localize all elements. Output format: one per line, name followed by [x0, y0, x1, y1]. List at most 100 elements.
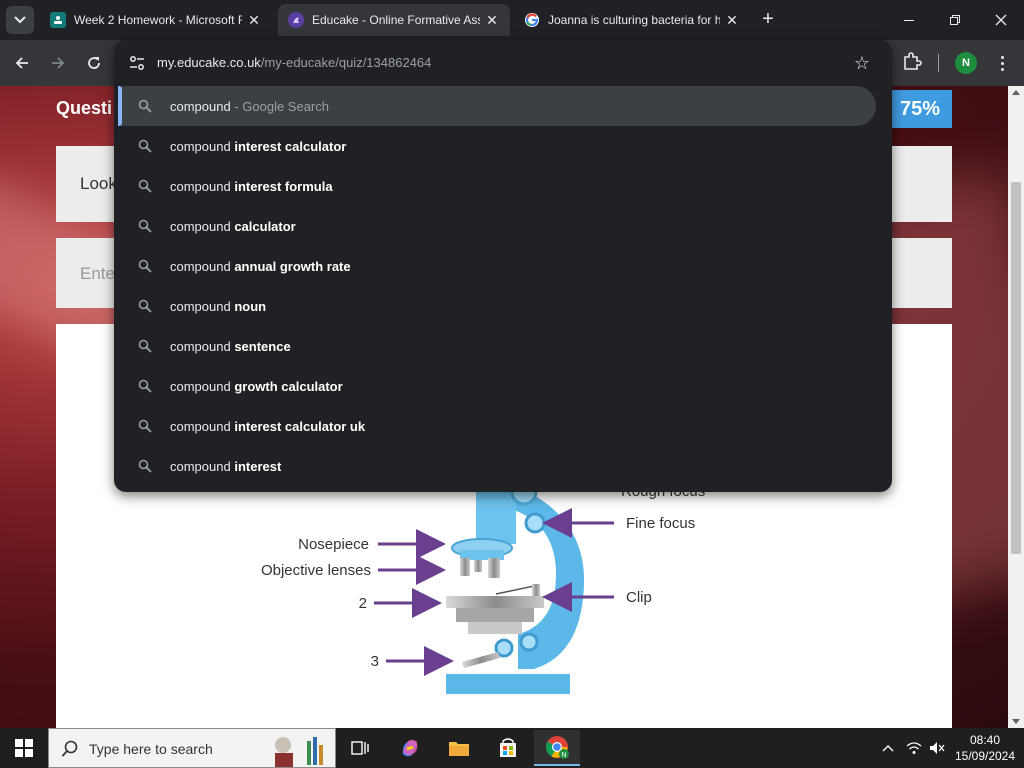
microsoft-store-icon[interactable] [492, 732, 524, 764]
profile-avatar[interactable]: N [955, 52, 977, 74]
tab-forms[interactable]: Week 2 Homework - Microsoft Forms ✕ [40, 4, 272, 36]
omnibox-suggestion[interactable]: compound calculator [114, 206, 892, 246]
omnibox-suggestion[interactable]: compound interest formula [114, 166, 892, 206]
url-path: /my-educake/quiz/134862464 [260, 55, 432, 70]
scroll-down-icon[interactable] [1012, 719, 1020, 724]
tab-educake[interactable]: Educake - Online Formative Assessment ✕ [278, 4, 510, 36]
label-2: 2 [359, 595, 367, 612]
question-heading: Questi [56, 98, 113, 118]
tab-search-button[interactable] [6, 6, 34, 34]
tab-google[interactable]: Joanna is culturing bacteria for her ✕ [514, 4, 750, 36]
toolbar-divider [938, 54, 939, 72]
omnibox-suggestion[interactable]: compound growth calculator [114, 366, 892, 406]
objective-lens [460, 558, 470, 576]
bookmark-star-icon[interactable]: ☆ [852, 53, 872, 73]
arrow-right-icon [52, 57, 65, 69]
reload-button[interactable] [80, 49, 108, 77]
search-icon [138, 179, 152, 193]
suggestion-text: compound interest calculator uk [170, 419, 365, 434]
network-icon[interactable] [902, 728, 926, 768]
suggestion-typed: compound [170, 259, 235, 274]
label-objective-lenses: Objective lenses [261, 562, 371, 579]
omnibox-suggestion[interactable]: compound - Google Search [118, 86, 876, 126]
label-clip: Clip [626, 589, 652, 606]
suggestion-hint: - Google Search [230, 99, 329, 114]
suggestion-text: compound noun [170, 299, 266, 314]
restore-button[interactable] [932, 0, 978, 40]
omnibox-suggestion[interactable]: compound interest [114, 446, 892, 486]
close-tab-icon[interactable]: ✕ [484, 12, 500, 29]
suggestion-completion: annual growth rate [234, 259, 351, 274]
question-text: Look [80, 174, 117, 193]
page-scrollbar[interactable] [1008, 86, 1024, 728]
system-clock[interactable]: 08:40 15/09/2024 [950, 732, 1020, 764]
minimize-button[interactable] [886, 0, 932, 40]
search-icon [138, 339, 152, 353]
url-text[interactable]: my.educake.co.uk/my-educake/quiz/1348624… [157, 55, 431, 70]
forward-button[interactable] [44, 49, 72, 77]
suggestion-typed: compound [170, 419, 235, 434]
suggestion-text: compound interest calculator [170, 139, 346, 154]
volume-muted-icon[interactable] [926, 728, 948, 768]
suggestion-typed: compound [170, 459, 235, 474]
omnibox-suggestion[interactable]: compound interest calculator [114, 126, 892, 166]
suggestion-typed: compound [170, 219, 235, 234]
suggestion-typed: compound [170, 99, 231, 114]
close-tab-icon[interactable]: ✕ [724, 12, 740, 29]
clock-date: 15/09/2024 [954, 749, 1016, 763]
suggestion-typed: compound [170, 139, 235, 154]
suggestion-typed: compound [170, 299, 235, 314]
omnibox-suggestion[interactable]: compound sentence [114, 326, 892, 366]
url-host: my.educake.co.uk [157, 55, 261, 70]
tab-strip: Week 2 Homework - Microsoft Forms ✕ Educ… [0, 0, 1024, 40]
omnibox-suggestion[interactable]: compound interest calculator uk [114, 406, 892, 446]
search-icon [138, 419, 152, 433]
browser-menu-icon[interactable] [992, 50, 1012, 76]
windows-logo-icon [15, 739, 33, 757]
search-icon [138, 99, 152, 113]
suggestion-completion: interest calculator [234, 139, 347, 154]
new-tab-button[interactable]: + [756, 8, 780, 32]
educake-icon [288, 12, 304, 28]
suggestion-text: compound calculator [170, 219, 296, 234]
close-window-button[interactable] [978, 0, 1024, 40]
tab-title: Educake - Online Formative Assessment [312, 13, 480, 27]
score-badge: 75% [888, 90, 952, 128]
suggestion-completion: interest calculator uk [234, 419, 366, 434]
suggestion-text: compound annual growth rate [170, 259, 351, 274]
search-icon [138, 259, 152, 273]
site-info-icon[interactable] [128, 54, 146, 72]
clock-time: 08:40 [969, 733, 1001, 747]
omnibox-suggestion[interactable]: compound annual growth rate [114, 246, 892, 286]
copilot-icon[interactable] [394, 732, 426, 764]
start-button[interactable] [0, 728, 48, 768]
label-fine-focus: Fine focus [626, 515, 695, 532]
suggestion-completion: growth calculator [234, 379, 343, 394]
chrome-taskbar-icon[interactable]: N [534, 730, 580, 766]
suggestion-typed: compound [170, 179, 235, 194]
search-highlight-illustration [275, 737, 323, 767]
extensions-icon[interactable] [900, 50, 924, 74]
suggestion-completion: noun [234, 299, 267, 314]
restore-icon [950, 15, 960, 25]
file-explorer-icon[interactable] [443, 732, 475, 764]
omnibox-suggestion[interactable]: compound noun [114, 286, 892, 326]
suggestion-text: compound interest formula [170, 179, 333, 194]
task-view-icon[interactable] [344, 732, 376, 764]
search-icon [138, 299, 152, 313]
scroll-up-icon[interactable] [1012, 90, 1020, 95]
suggestion-text: compound - Google Search [170, 99, 329, 114]
address-bar[interactable]: my.educake.co.uk/my-educake/quiz/1348624… [114, 40, 892, 86]
scroll-thumb[interactable] [1011, 182, 1021, 554]
search-icon [138, 459, 152, 473]
chevron-down-icon [14, 16, 26, 24]
taskbar-search[interactable]: Type here to search [48, 728, 336, 768]
close-tab-icon[interactable]: ✕ [246, 12, 262, 29]
suggestion-completion: interest [234, 459, 282, 474]
search-icon [138, 139, 152, 153]
stage [446, 596, 544, 608]
label-nosepiece: Nosepiece [298, 536, 369, 553]
tray-chevron-up-icon[interactable] [876, 728, 900, 768]
back-button[interactable] [8, 49, 36, 77]
tab-title: Joanna is culturing bacteria for her [548, 13, 720, 27]
